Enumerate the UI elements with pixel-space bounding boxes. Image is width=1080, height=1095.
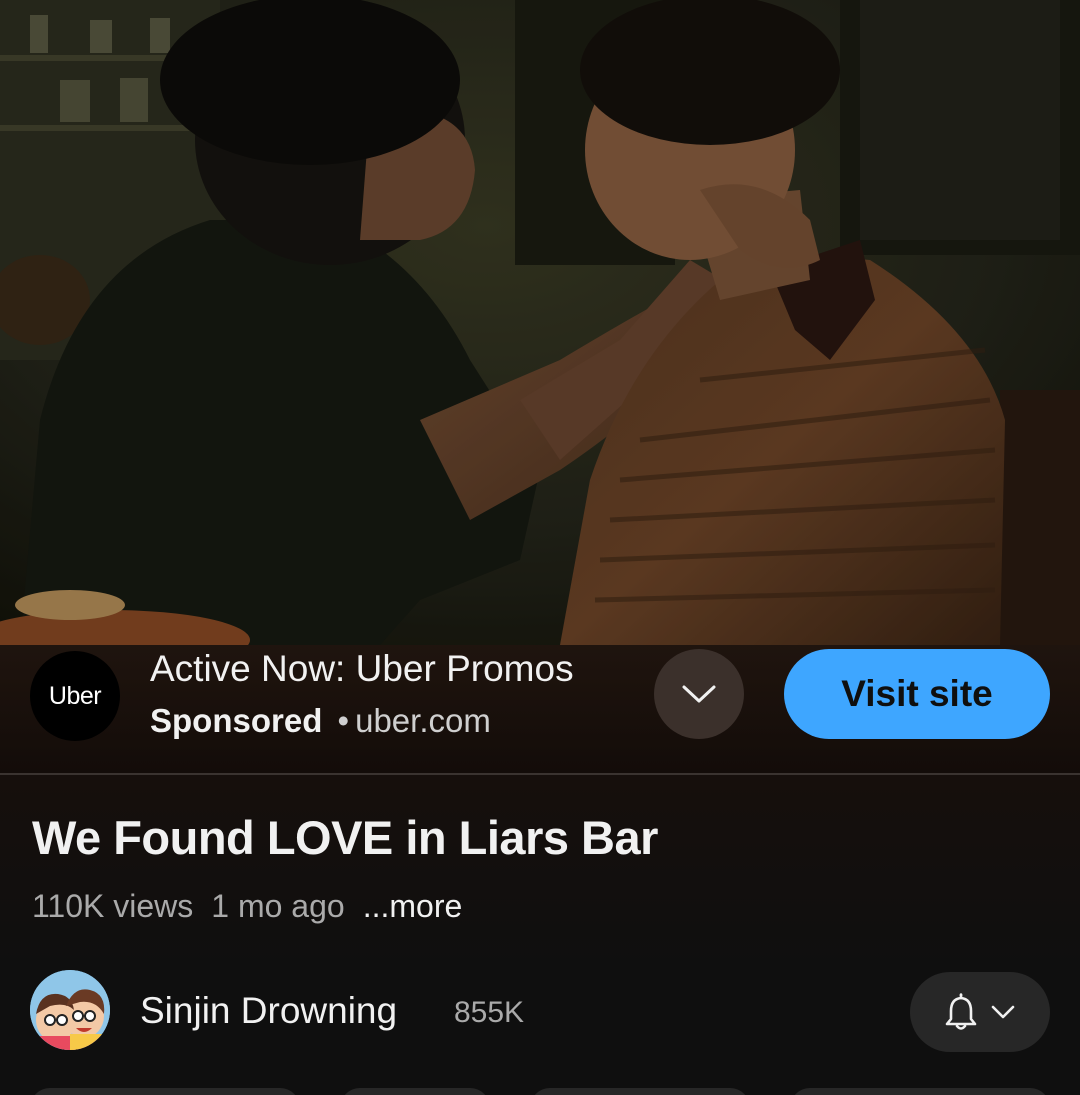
ad-domain: uber.com [355, 702, 491, 739]
video-frame [0, 0, 1080, 645]
channel-avatar[interactable] [30, 970, 110, 1050]
advertiser-logo[interactable]: Uber [30, 651, 120, 741]
subscriber-count: 855K [454, 996, 525, 1029]
channel-name[interactable]: Sinjin Drowning [140, 990, 397, 1032]
advertiser-logo-text: Uber [48, 681, 102, 710]
like-dislike-chip[interactable] [30, 1088, 300, 1095]
visit-site-button[interactable]: Visit site [784, 649, 1050, 739]
sponsored-label: Sponsored [150, 702, 323, 739]
video-title[interactable]: We Found LOVE in Liars Bar [32, 810, 658, 865]
meta-separator: • [337, 702, 350, 739]
video-stats[interactable]: 110K views 1 mo ago ...more [32, 888, 462, 925]
remix-chip[interactable] [530, 1088, 750, 1095]
ad-meta: Sponsored • uber.com [150, 702, 491, 740]
ad-title[interactable]: Active Now: Uber Promos [150, 648, 574, 690]
share-chip[interactable] [340, 1088, 490, 1095]
view-count: 110K views [32, 888, 194, 924]
watch-page: Uber Active Now: Uber Promos Sponsored •… [0, 0, 1080, 1095]
more-description-link[interactable]: ...more [363, 888, 463, 924]
ad-banner[interactable]: Uber Active Now: Uber Promos Sponsored •… [0, 645, 1080, 773]
chevron-down-icon [682, 685, 716, 703]
bell-icon [945, 993, 977, 1030]
ad-expand-button[interactable] [654, 649, 744, 739]
video-player[interactable] [0, 0, 1080, 645]
notification-button[interactable] [910, 972, 1050, 1052]
chevron-down-icon [991, 1005, 1015, 1019]
avatar-image [30, 970, 110, 1050]
upload-age: 1 mo ago [211, 888, 345, 924]
download-chip[interactable] [790, 1088, 1050, 1095]
